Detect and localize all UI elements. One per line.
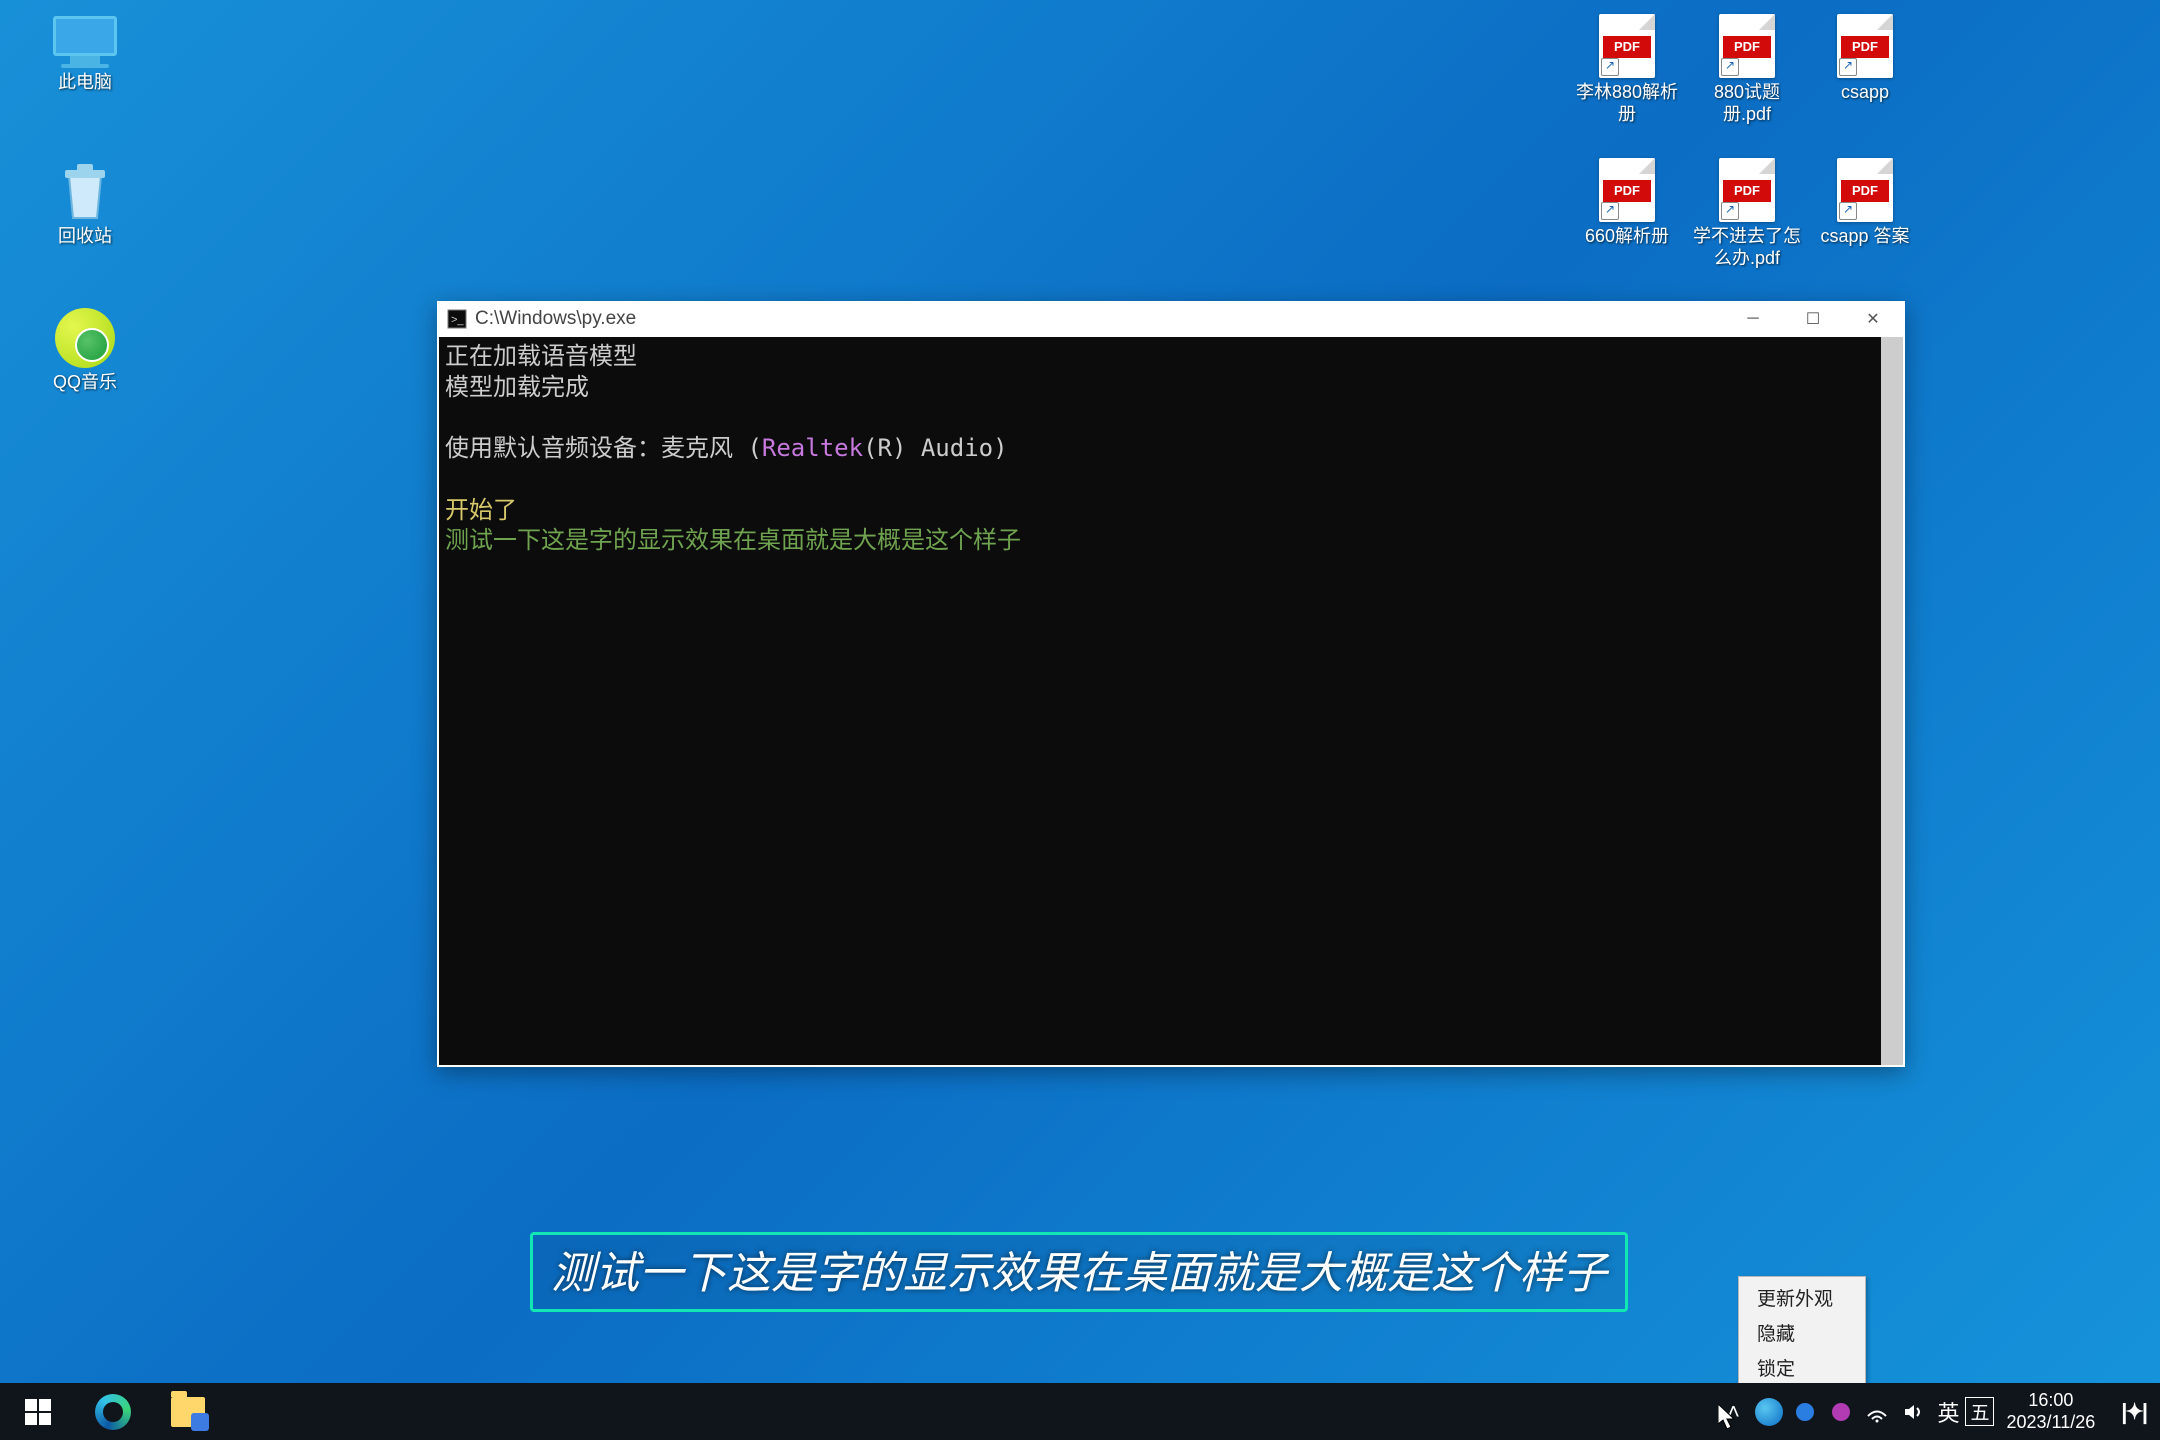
computer-icon bbox=[53, 16, 117, 68]
menu-item-update-skin[interactable]: 更新外观 bbox=[1741, 1280, 1863, 1315]
windows-logo-icon bbox=[25, 1399, 51, 1425]
window-titlebar[interactable]: >_ C:\Windows\py.exe ─ ☐ ✕ bbox=[437, 301, 1905, 337]
svg-text:>_: >_ bbox=[451, 314, 464, 326]
tray-shield-icon bbox=[1794, 1401, 1816, 1423]
icon-label: 李林880解析册 bbox=[1572, 82, 1682, 125]
taskbar-explorer[interactable] bbox=[150, 1383, 225, 1440]
qq-music-icon bbox=[55, 308, 115, 368]
tray-network-icon[interactable] bbox=[1859, 1383, 1895, 1440]
icon-label: 880试题册.pdf bbox=[1692, 82, 1802, 125]
pdf-icon: PDF bbox=[1837, 14, 1893, 78]
file-explorer-icon bbox=[171, 1397, 205, 1427]
icon-label: csapp 答案 bbox=[1820, 226, 1909, 248]
icon-label: csapp bbox=[1841, 82, 1889, 104]
tray-app-icon[interactable] bbox=[1787, 1383, 1823, 1440]
clock-time: 16:00 bbox=[2006, 1390, 2095, 1412]
pdf-icon: PDF bbox=[1599, 14, 1655, 78]
taskbar-clock[interactable]: 16:00 2023/11/26 bbox=[1994, 1390, 2107, 1433]
edge-icon bbox=[95, 1394, 131, 1430]
desktop-icon-pdf[interactable]: PDF 李林880解析册 bbox=[1572, 14, 1682, 125]
icon-label: 此电脑 bbox=[58, 72, 112, 94]
tray-chevron-up[interactable]: ˄ bbox=[1715, 1383, 1751, 1440]
maximize-button[interactable]: ☐ bbox=[1783, 301, 1843, 337]
desktop-icon-pdf[interactable]: PDF 学不进去了怎么办.pdf bbox=[1692, 158, 1802, 269]
menu-item-hide[interactable]: 隐藏 bbox=[1741, 1315, 1863, 1350]
globe-icon bbox=[1755, 1398, 1783, 1426]
desktop-icon-pdf[interactable]: PDF csapp bbox=[1810, 14, 1920, 104]
wifi-icon bbox=[1865, 1400, 1889, 1424]
desktop-icon-this-pc[interactable]: 此电脑 bbox=[30, 16, 140, 94]
tray-gear-icon bbox=[1830, 1401, 1852, 1423]
console-output[interactable]: 正在加载语音模型 模型加载完成 使用默认音频设备：麦克风 (Realtek(R)… bbox=[439, 337, 1903, 1065]
minimize-button[interactable]: ─ bbox=[1723, 301, 1783, 337]
subtitle-overlay[interactable]: 测试一下这是字的显示效果在桌面就是大概是这个样子 bbox=[530, 1232, 1628, 1312]
desktop-icon-qq-music[interactable]: QQ音乐 bbox=[30, 308, 140, 394]
ime-language[interactable]: 英 bbox=[1931, 1396, 1965, 1428]
taskbar-edge[interactable] bbox=[75, 1383, 150, 1440]
start-button[interactable] bbox=[0, 1383, 75, 1440]
pdf-icon: PDF bbox=[1719, 158, 1775, 222]
clock-date: 2023/11/26 bbox=[2006, 1412, 2095, 1434]
ime-mode[interactable]: 五 bbox=[1965, 1397, 1994, 1426]
scrollbar[interactable] bbox=[1881, 337, 1903, 1065]
desktop-icon-pdf[interactable]: PDF 880试题册.pdf bbox=[1692, 14, 1802, 125]
pdf-icon: PDF bbox=[1837, 158, 1893, 222]
tray-app-icon-2[interactable] bbox=[1823, 1383, 1859, 1440]
icon-label: 回收站 bbox=[58, 226, 112, 248]
notification-center[interactable]: |✦| bbox=[2107, 1399, 2160, 1425]
terminal-window: >_ C:\Windows\py.exe ─ ☐ ✕ 正在加载语音模型 模型加载… bbox=[437, 301, 1905, 1067]
icon-label: 660解析册 bbox=[1585, 226, 1669, 248]
icon-label: 学不进去了怎么办.pdf bbox=[1692, 226, 1802, 269]
desktop-icon-recycle-bin[interactable]: 回收站 bbox=[30, 162, 140, 248]
recycle-bin-icon bbox=[57, 162, 113, 222]
pdf-icon: PDF bbox=[1719, 14, 1775, 78]
pdf-icon: PDF bbox=[1599, 158, 1655, 222]
app-icon: >_ bbox=[447, 309, 467, 329]
icon-label: QQ音乐 bbox=[53, 372, 117, 394]
desktop-icon-pdf[interactable]: PDF csapp 答案 bbox=[1810, 158, 1920, 248]
taskbar: ˄ 英 五 16:00 2023/11/26 |✦| bbox=[0, 1383, 2160, 1440]
speaker-icon bbox=[1901, 1400, 1925, 1424]
close-button[interactable]: ✕ bbox=[1843, 301, 1903, 337]
desktop-icon-pdf[interactable]: PDF 660解析册 bbox=[1572, 158, 1682, 248]
window-title: C:\Windows\py.exe bbox=[475, 308, 1723, 330]
menu-item-lock[interactable]: 锁定 bbox=[1741, 1350, 1863, 1385]
tray-volume-icon[interactable] bbox=[1895, 1383, 1931, 1440]
tray-globe-icon[interactable] bbox=[1751, 1383, 1787, 1440]
